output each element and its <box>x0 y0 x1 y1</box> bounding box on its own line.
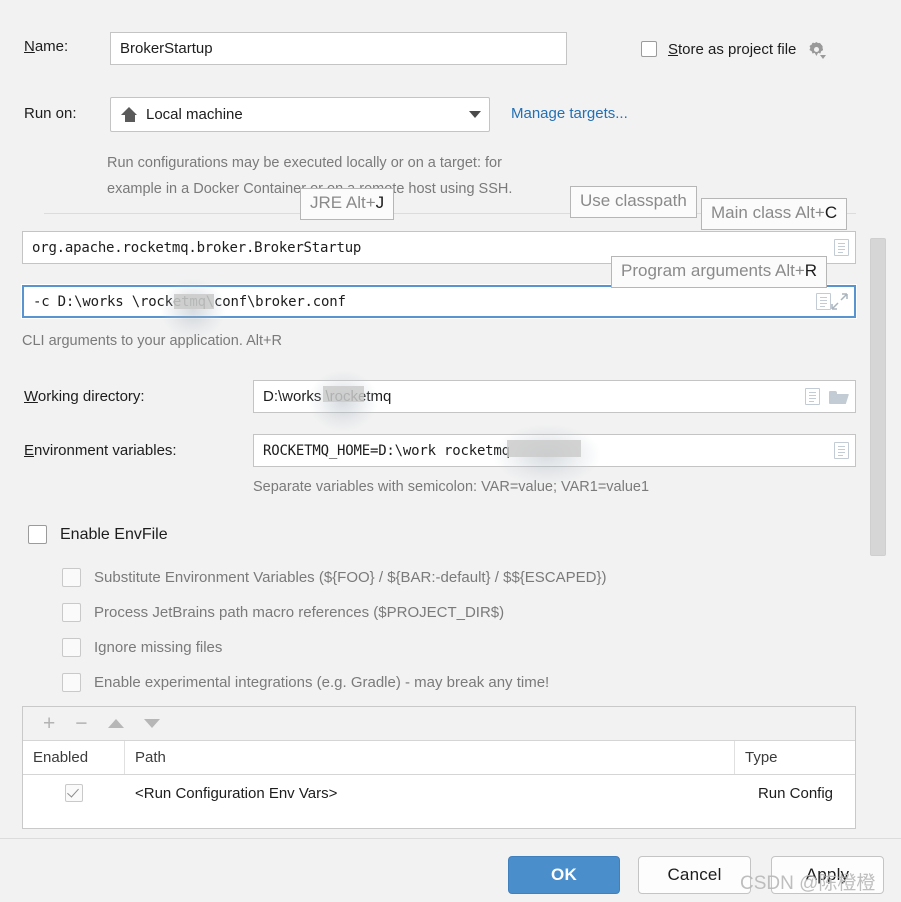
store-as-project-file-label: Store as project file <box>668 41 796 58</box>
program-arguments-value: -c D:\works \rocketmq\conf\broker.conf <box>33 293 346 310</box>
environment-variables-label-rest: nvironment variables: <box>34 442 177 459</box>
name-input[interactable]: BrokerStartup <box>110 32 567 65</box>
manage-targets-link[interactable]: Manage targets... <box>511 105 628 122</box>
run-on-label: Run on: <box>24 105 77 122</box>
use-classpath-tooltip: Use classpath <box>570 186 697 218</box>
envfile-option-experimental-checkbox[interactable] <box>62 673 81 692</box>
program-arguments-hint: CLI arguments to your application. Alt+R <box>22 333 282 349</box>
working-directory-label-rest: orking directory: <box>37 388 145 405</box>
expand-editor-icon[interactable] <box>834 442 849 459</box>
home-icon <box>121 107 138 122</box>
main-class-tooltip-accel: C <box>824 203 838 222</box>
content-scrollbar[interactable] <box>866 228 890 568</box>
enable-envfile-checkbox[interactable] <box>28 525 47 544</box>
row-enabled-checkbox[interactable] <box>65 784 83 802</box>
chevron-down-icon[interactable] <box>469 111 481 118</box>
run-on-value: Local machine <box>146 106 243 123</box>
environment-variables-label: Environment variables: <box>24 442 177 459</box>
working-directory-value: D:\works \rocketmq <box>263 388 392 405</box>
main-class-value: org.apache.rocketmq.broker.BrokerStartup <box>32 239 362 256</box>
envfile-option-ignore-missing-row[interactable]: Ignore missing files <box>62 638 222 657</box>
manage-targets-row[interactable]: Manage targets... <box>511 105 628 122</box>
expand-editor-icon[interactable] <box>805 388 820 405</box>
store-as-project-file-label-rest: tore as project file <box>678 40 797 58</box>
use-classpath-tooltip-text: Use classpath <box>580 191 687 210</box>
watermark: CSDN @陈橙橙 <box>740 873 876 894</box>
row-path-cell: <Run Configuration Env Vars> <box>135 784 338 802</box>
run-on-row: Run on: <box>24 105 77 122</box>
row-type-cell: Run Config <box>757 784 833 802</box>
program-arguments-tooltip: Program arguments Alt+R <box>611 256 828 288</box>
envfile-table-header: Enabled Path Type <box>23 741 855 775</box>
jre-tooltip-accel: J <box>375 193 385 212</box>
environment-variables-mnemonic: E <box>24 442 35 459</box>
enable-envfile-label: Enable EnvFile <box>60 525 168 543</box>
envfile-table: + − Enabled Path Type <Run Configuration… <box>22 706 856 829</box>
enable-envfile-row[interactable]: Enable EnvFile <box>28 525 168 544</box>
environment-variables-hint: Separate variables with semicolon: VAR=v… <box>253 479 650 495</box>
envfile-table-toolbar: + − <box>23 707 855 741</box>
program-arguments-tooltip-accel: R <box>804 261 818 280</box>
store-as-project-file-checkbox[interactable] <box>641 41 657 57</box>
jre-tooltip: JRE Alt+J <box>300 188 395 220</box>
expand-editor-icon[interactable] <box>834 239 849 256</box>
gear-icon[interactable] <box>807 40 827 59</box>
column-header-path[interactable]: Path <box>125 741 735 774</box>
main-class-tooltip-text: Main class Alt+ <box>711 203 825 222</box>
cancel-button[interactable]: Cancel <box>638 856 751 894</box>
name-input-value: BrokerStartup <box>120 40 213 57</box>
envfile-option-substitute-label: Substitute Environment Variables (${FOO}… <box>94 569 607 586</box>
main-class-tooltip: Main class Alt+C <box>701 198 848 230</box>
run-on-dropdown[interactable]: Local machine <box>110 97 490 132</box>
envfile-option-macros-label: Process JetBrains path macro references … <box>94 604 505 621</box>
envfile-option-macros-row[interactable]: Process JetBrains path macro references … <box>62 603 504 622</box>
name-row: Name: <box>24 38 68 55</box>
name-label-rest: ame: <box>34 38 69 55</box>
envfile-option-substitute-row[interactable]: Substitute Environment Variables (${FOO}… <box>62 568 607 587</box>
working-directory-label: Working directory: <box>24 388 145 405</box>
envfile-option-substitute-checkbox[interactable] <box>62 568 81 587</box>
move-down-icon[interactable] <box>143 719 160 728</box>
run-on-description-line1: Run configurations may be executed local… <box>107 155 502 171</box>
envfile-option-ignore-missing-checkbox[interactable] <box>62 638 81 657</box>
environment-variables-value: ROCKETMQ_HOME=D:\work rocketmq <box>263 442 510 459</box>
environment-variables-row: Environment variables: <box>24 442 177 459</box>
envfile-option-ignore-missing-label: Ignore missing files <box>94 639 223 656</box>
column-header-enabled[interactable]: Enabled <box>23 741 125 774</box>
expand-editor-icon[interactable] <box>816 293 831 310</box>
envfile-option-macros-checkbox[interactable] <box>62 603 81 622</box>
move-up-icon[interactable] <box>107 719 124 728</box>
ok-button[interactable]: OK <box>508 856 620 894</box>
remove-button[interactable]: − <box>75 713 87 734</box>
table-row[interactable]: <Run Configuration Env Vars> Run Config <box>23 775 855 811</box>
jre-tooltip-text: JRE Alt+ <box>310 193 376 212</box>
program-arguments-input[interactable]: -c D:\works \rocketmq\conf\broker.conf <box>21 284 857 319</box>
folder-icon[interactable] <box>829 389 849 404</box>
program-arguments-tooltip-text: Program arguments Alt+ <box>621 261 805 280</box>
store-as-project-file-mnemonic: S <box>668 40 679 58</box>
row-enabled-cell[interactable] <box>23 775 125 811</box>
envfile-option-experimental-row[interactable]: Enable experimental integrations (e.g. G… <box>62 673 549 692</box>
expand-arrows-icon[interactable] <box>831 293 848 310</box>
working-directory-row: Working directory: <box>24 388 145 405</box>
store-as-project-file-row[interactable]: Store as project file <box>641 40 827 59</box>
add-button[interactable]: + <box>43 713 55 734</box>
environment-variables-input[interactable]: ROCKETMQ_HOME=D:\work rocketmq <box>253 434 856 467</box>
envfile-option-experimental-label: Enable experimental integrations (e.g. G… <box>94 674 550 691</box>
name-label: Name: <box>24 38 68 55</box>
column-header-type[interactable]: Type <box>735 741 855 774</box>
working-directory-mnemonic: W <box>24 388 38 405</box>
name-label-mnemonic: N <box>24 38 35 55</box>
content-scrollbar-thumb[interactable] <box>870 238 886 556</box>
footer-divider <box>0 838 901 839</box>
working-directory-input[interactable]: D:\works \rocketmq <box>253 380 856 413</box>
